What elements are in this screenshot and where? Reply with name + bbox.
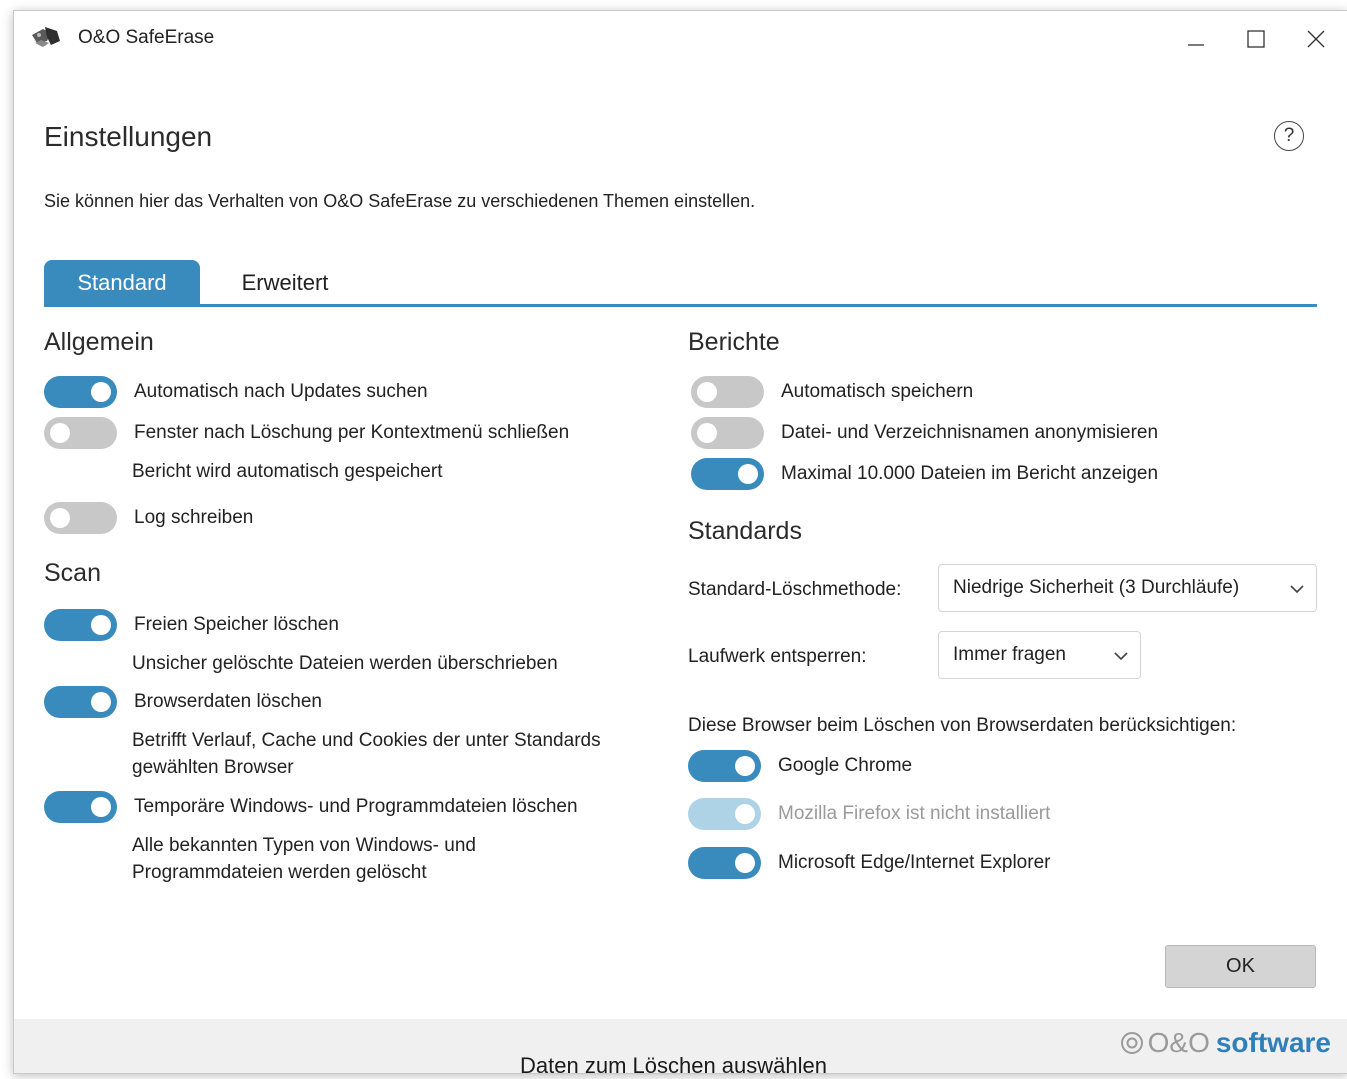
toggle-max-files[interactable] xyxy=(691,458,764,490)
label-delete-method: Standard-Löschmethode: xyxy=(688,579,902,600)
image-caption: Daten zum Löschen auswählen xyxy=(520,1053,827,1078)
page-title: Einstellungen xyxy=(44,121,213,152)
note-browser-data-1: Betrifft Verlauf, Cache und Cookies der … xyxy=(132,730,601,751)
label-edge: Microsoft Edge/Internet Explorer xyxy=(778,852,1051,873)
minimize-icon xyxy=(1188,44,1204,46)
note-report-saved: Bericht wird automatisch gespeichert xyxy=(132,461,443,482)
maximize-icon xyxy=(1247,30,1265,48)
section-standards: Standards xyxy=(688,517,802,545)
label-anonymize: Datei- und Verzeichnisnamen anonymisiere… xyxy=(781,422,1159,443)
note-temp-files-2: Programmdateien werden gelöscht xyxy=(132,862,427,883)
note-free-space: Unsicher gelöschte Dateien werden übersc… xyxy=(132,653,558,674)
section-scan: Scan xyxy=(44,559,101,587)
ok-button[interactable]: OK xyxy=(1165,945,1316,988)
toggle-browser-data[interactable] xyxy=(44,686,117,718)
label-auto-updates: Automatisch nach Updates suchen xyxy=(134,381,428,402)
label-temp-files: Temporäre Windows- und Programmdateien l… xyxy=(134,796,578,817)
tab-standard[interactable]: Standard xyxy=(44,260,200,305)
minimize-button[interactable] xyxy=(1174,19,1218,59)
close-button[interactable] xyxy=(1294,19,1338,59)
delete-method-value: Niedrige Sicherheit (3 Durchläufe) xyxy=(953,577,1240,598)
delete-method-select[interactable]: Niedrige Sicherheit (3 Durchläufe) xyxy=(938,564,1317,612)
toggle-free-space[interactable] xyxy=(44,609,117,641)
app-logo-icon xyxy=(29,23,63,53)
page-description: Sie können hier das Verhalten von O&O Sa… xyxy=(44,191,756,211)
toggle-auto-updates[interactable] xyxy=(44,376,117,408)
chevron-down-icon xyxy=(1114,652,1128,661)
toggle-firefox xyxy=(688,798,761,830)
unlock-drive-value: Immer fragen xyxy=(953,644,1066,665)
toggle-close-window[interactable] xyxy=(44,417,117,449)
chevron-down-icon xyxy=(1290,585,1304,594)
label-max-files: Maximal 10.000 Dateien im Bericht anzeig… xyxy=(781,463,1159,484)
toggle-log[interactable] xyxy=(44,502,117,534)
maximize-button[interactable] xyxy=(1234,19,1278,59)
tab-underline xyxy=(44,304,1317,307)
help-button[interactable]: ? xyxy=(1274,121,1304,151)
label-browsers: Diese Browser beim Löschen von Browserda… xyxy=(688,715,1237,736)
toggle-chrome[interactable] xyxy=(688,750,761,782)
section-allgemein: Allgemein xyxy=(44,328,154,356)
label-auto-save: Automatisch speichern xyxy=(781,381,974,402)
toggle-auto-save[interactable] xyxy=(691,376,764,408)
toggle-temp-files[interactable] xyxy=(44,791,117,823)
label-chrome: Google Chrome xyxy=(778,755,913,776)
close-icon xyxy=(1307,30,1325,48)
label-free-space: Freien Speicher löschen xyxy=(134,614,339,635)
window-title: O&O SafeErase xyxy=(78,27,215,48)
app-window: O&O SafeErase Einstellungen ? Sie können… xyxy=(13,10,1347,1074)
tab-erweitert[interactable]: Erweitert xyxy=(200,260,370,305)
label-unlock-drive: Laufwerk entsperren: xyxy=(688,646,867,667)
label-close-window: Fenster nach Löschung per Kontextmenü sc… xyxy=(134,422,570,443)
label-firefox: Mozilla Firefox ist nicht installiert xyxy=(778,803,1051,824)
label-browser-data: Browserdaten löschen xyxy=(134,691,322,712)
toggle-anonymize[interactable] xyxy=(691,417,764,449)
note-temp-files-1: Alle bekannten Typen von Windows- und xyxy=(132,835,476,856)
section-berichte: Berichte xyxy=(688,328,780,356)
note-browser-data-2: gewählten Browser xyxy=(132,757,294,778)
toggle-edge[interactable] xyxy=(688,847,761,879)
help-icon: ? xyxy=(1283,125,1295,146)
unlock-drive-select[interactable]: Immer fragen xyxy=(938,631,1141,679)
label-log: Log schreiben xyxy=(134,507,254,528)
